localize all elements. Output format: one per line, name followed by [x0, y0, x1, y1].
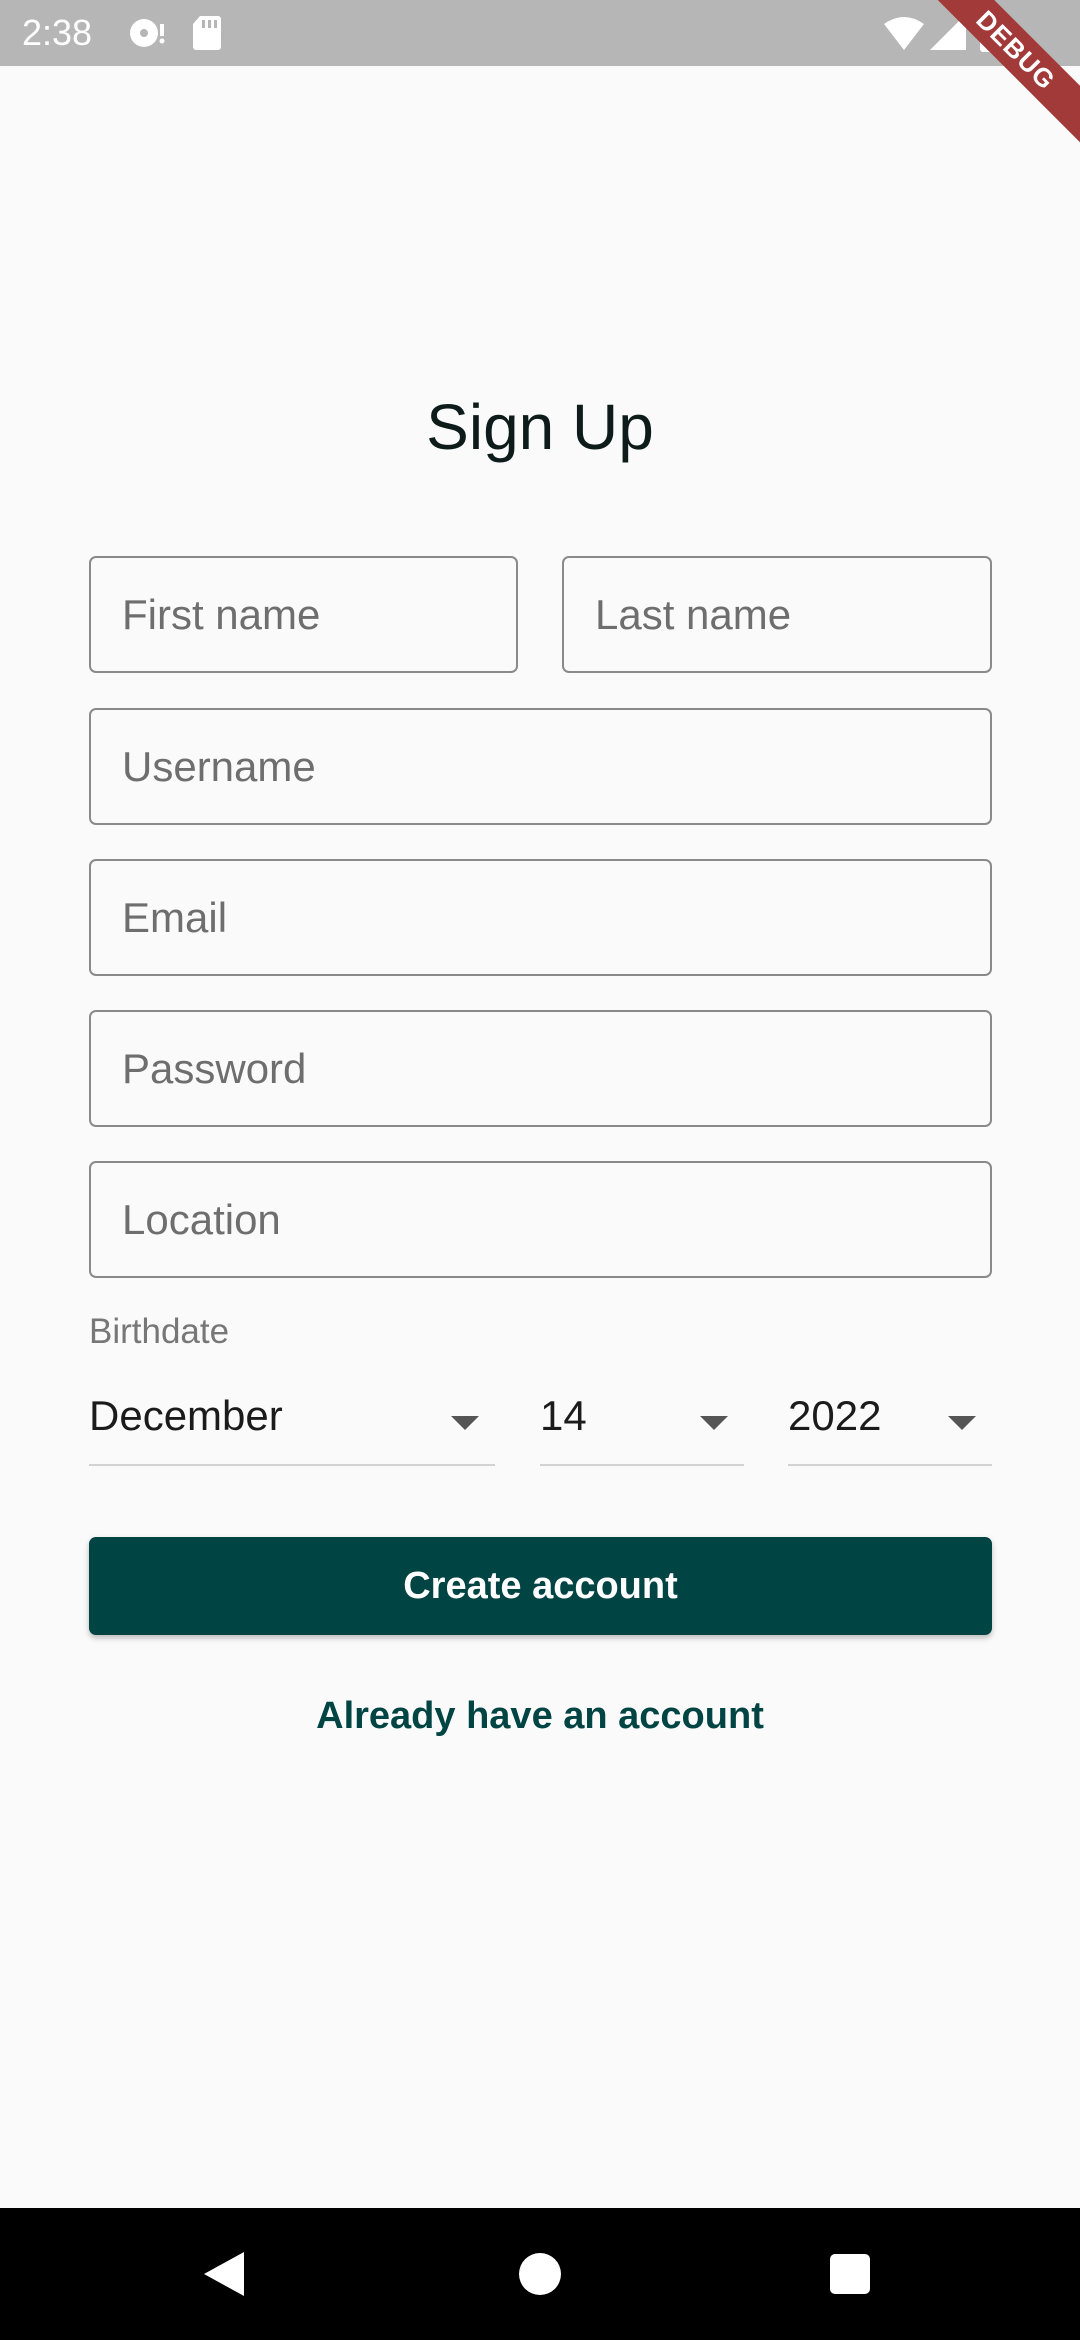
birthdate-label: Birthdate: [89, 1312, 230, 1351]
year-dropdown[interactable]: 2022: [788, 1380, 992, 1466]
home-icon[interactable]: [519, 2253, 561, 2295]
status-time: 2:38: [22, 12, 93, 53]
month-dropdown[interactable]: December: [89, 1380, 495, 1466]
wifi-icon: [884, 16, 924, 55]
location-placeholder: Location: [122, 1195, 281, 1243]
create-account-button[interactable]: Create account: [89, 1537, 992, 1635]
password-field[interactable]: Password: [89, 1010, 992, 1127]
day-dropdown[interactable]: 14: [540, 1380, 744, 1466]
page-title: Sign Up: [426, 391, 654, 463]
sd-card-icon: [192, 16, 222, 55]
first-name-placeholder: First name: [122, 590, 321, 638]
month-chevron-down-icon: [451, 1416, 479, 1430]
back-icon[interactable]: [204, 2252, 244, 2296]
month-value: December: [89, 1392, 283, 1439]
navigation-bar: [0, 2208, 1080, 2340]
day-value: 14: [540, 1392, 587, 1439]
last-name-placeholder: Last name: [595, 590, 792, 638]
media-icon: [128, 16, 168, 55]
status-bar: 2:38: [0, 0, 1080, 66]
email-field[interactable]: Email: [89, 859, 992, 976]
username-field[interactable]: Username: [89, 708, 992, 825]
recent-apps-icon[interactable]: [830, 2254, 870, 2294]
password-placeholder: Password: [122, 1044, 307, 1092]
first-name-field[interactable]: First name: [89, 556, 518, 673]
email-placeholder: Email: [122, 893, 228, 941]
last-name-field[interactable]: Last name: [562, 556, 992, 673]
username-placeholder: Username: [122, 742, 316, 790]
location-field[interactable]: Location: [89, 1161, 992, 1278]
day-chevron-down-icon: [700, 1416, 728, 1430]
year-chevron-down-icon: [948, 1416, 976, 1430]
already-have-account-link[interactable]: Already have an account: [0, 1695, 1080, 1738]
year-value: 2022: [788, 1392, 882, 1439]
